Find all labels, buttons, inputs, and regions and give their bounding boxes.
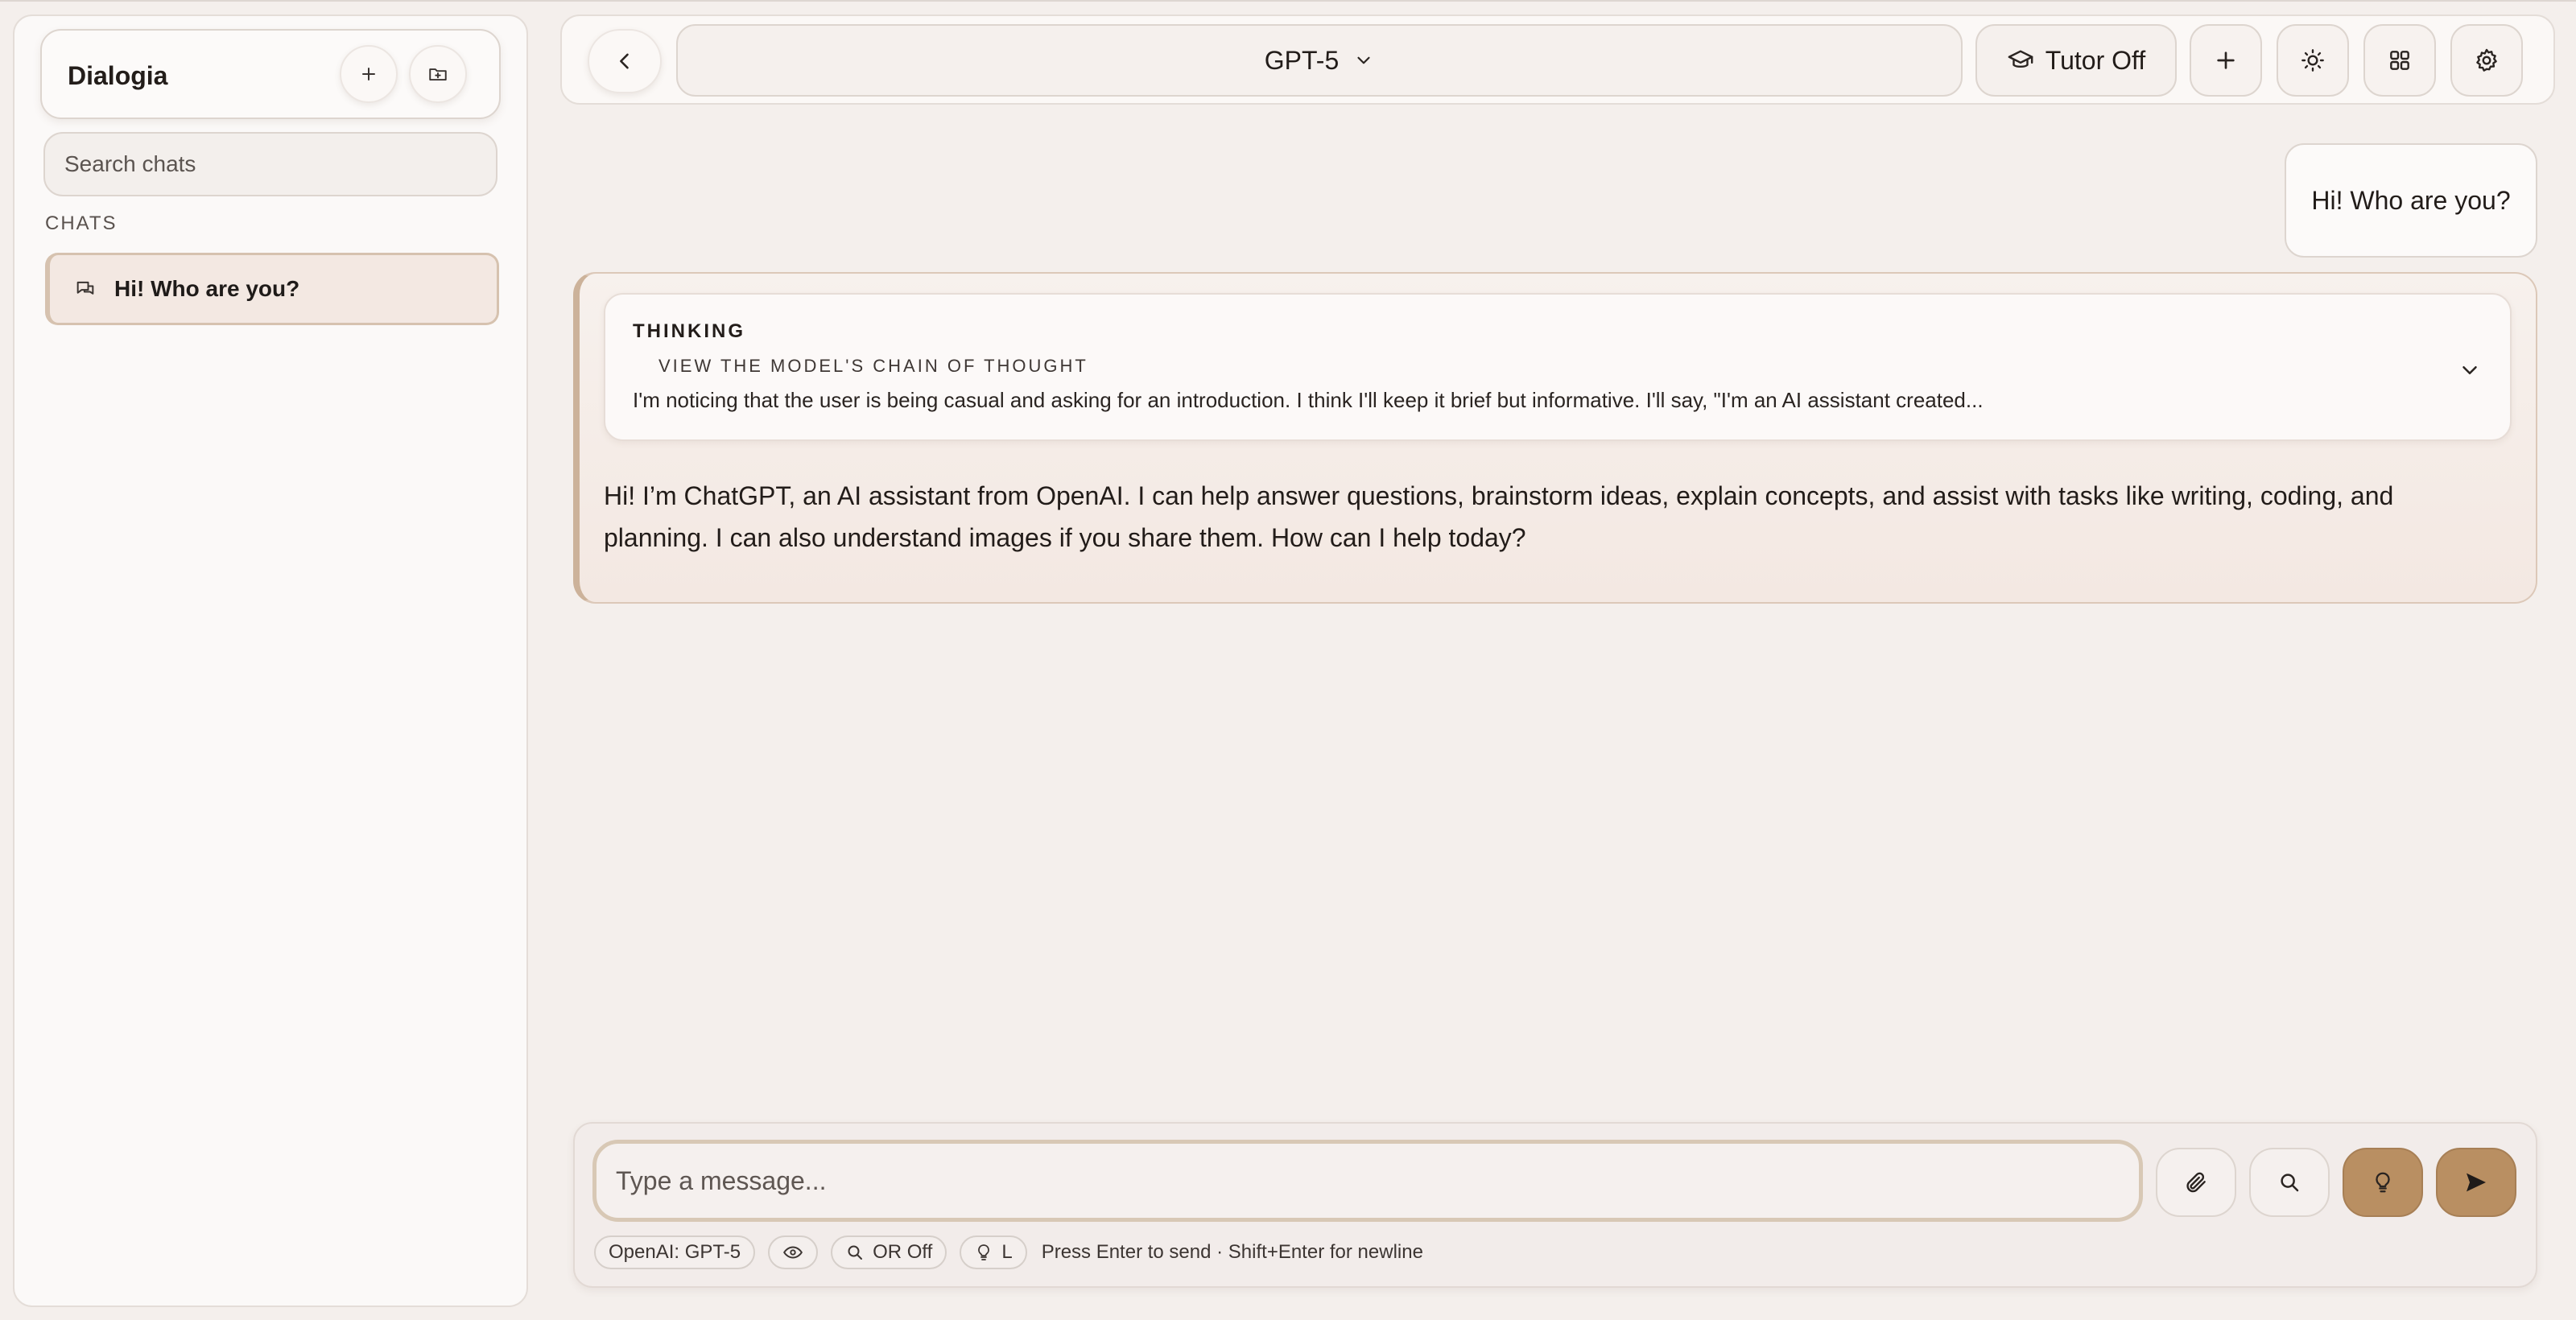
theme-toggle-button[interactable]	[2277, 24, 2349, 97]
search-chats-input[interactable]	[43, 132, 497, 196]
thinking-panel[interactable]: THINKING VIEW THE MODEL'S CHAIN OF THOUG…	[604, 293, 2512, 441]
vision-chip[interactable]	[768, 1235, 819, 1269]
reasoning-button[interactable]	[2343, 1148, 2423, 1217]
sidebar: Dialogia CHATS Hi! Who are you?	[13, 14, 528, 1307]
plus-icon	[362, 68, 375, 80]
reasoning-chip[interactable]: L	[960, 1235, 1027, 1269]
search-chip[interactable]: OR Off	[831, 1235, 947, 1269]
user-message-text: Hi! Who are you?	[2311, 185, 2511, 215]
plus-icon	[2217, 52, 2235, 69]
reasoning-chip-label: L	[1001, 1241, 1013, 1263]
thinking-title: THINKING	[633, 320, 745, 342]
new-chat-button[interactable]	[340, 45, 398, 103]
lightbulb-icon	[978, 1244, 990, 1260]
paperclip-icon	[2186, 1172, 2206, 1193]
top-bar: GPT-5 Tutor Off	[560, 14, 2555, 105]
chat-list-item[interactable]: Hi! Who are you?	[45, 253, 499, 325]
search-icon	[848, 1245, 863, 1260]
eye-icon	[783, 1246, 803, 1259]
search-chip-label: OR Off	[873, 1241, 933, 1263]
assistant-message-text: Hi! I’m ChatGPT, an AI assistant from Op…	[604, 481, 2394, 552]
grid-icon	[2390, 51, 2409, 70]
folder-plus-icon	[429, 68, 447, 81]
thinking-expand-toggle[interactable]	[2454, 354, 2486, 386]
send-button[interactable]	[2436, 1148, 2516, 1217]
back-button[interactable]	[588, 29, 662, 93]
apps-grid-button[interactable]	[2363, 24, 2436, 97]
search-icon	[2281, 1174, 2299, 1192]
top-border	[0, 0, 2576, 2]
model-chip[interactable]: OpenAI: GPT-5	[594, 1235, 756, 1269]
lightbulb-icon	[2376, 1172, 2390, 1193]
message-composer: OpenAI: GPT-5 OR Off L Press Enter to se…	[573, 1122, 2537, 1288]
model-selector[interactable]: GPT-5	[676, 24, 1963, 97]
new-chat-top-button[interactable]	[2190, 24, 2262, 97]
message-input[interactable]	[592, 1140, 2143, 1222]
user-message-bubble: Hi! Who are you?	[2285, 143, 2537, 258]
thinking-preview: I'm noticing that the user is being casu…	[633, 388, 1984, 412]
send-icon	[2467, 1173, 2486, 1192]
gear-icon	[2476, 48, 2497, 72]
attach-button[interactable]	[2156, 1148, 2236, 1217]
thinking-subtitle: VIEW THE MODEL'S CHAIN OF THOUGHT	[658, 356, 1088, 376]
sun-icon	[2301, 49, 2324, 72]
graduation-cap-icon	[2008, 50, 2033, 68]
back-icon	[620, 53, 629, 69]
chat-bubbles-icon	[76, 281, 94, 295]
new-folder-button[interactable]	[409, 45, 467, 103]
send-hint: Press Enter to send · Shift+Enter for ne…	[1041, 1241, 1423, 1263]
brand-header: Dialogia	[40, 29, 501, 119]
chevron-down-icon	[2462, 366, 2477, 374]
model-name: GPT-5	[1264, 45, 1340, 75]
assistant-message-card: THINKING VIEW THE MODEL'S CHAIN OF THOUG…	[573, 272, 2537, 604]
chat-item-title: Hi! Who are you?	[114, 276, 300, 301]
composer-status-row: OpenAI: GPT-5 OR Off L Press Enter to se…	[594, 1235, 1423, 1270]
web-search-button[interactable]	[2249, 1148, 2330, 1217]
chevron-down-icon	[1357, 56, 1370, 64]
app-title: Dialogia	[68, 61, 168, 90]
chats-section-label: CHATS	[45, 212, 118, 234]
tutor-label: Tutor Off	[2045, 45, 2146, 75]
model-chip-label: OpenAI: GPT-5	[609, 1241, 741, 1263]
tutor-toggle-button[interactable]: Tutor Off	[1975, 24, 2177, 97]
settings-button[interactable]	[2450, 24, 2523, 97]
